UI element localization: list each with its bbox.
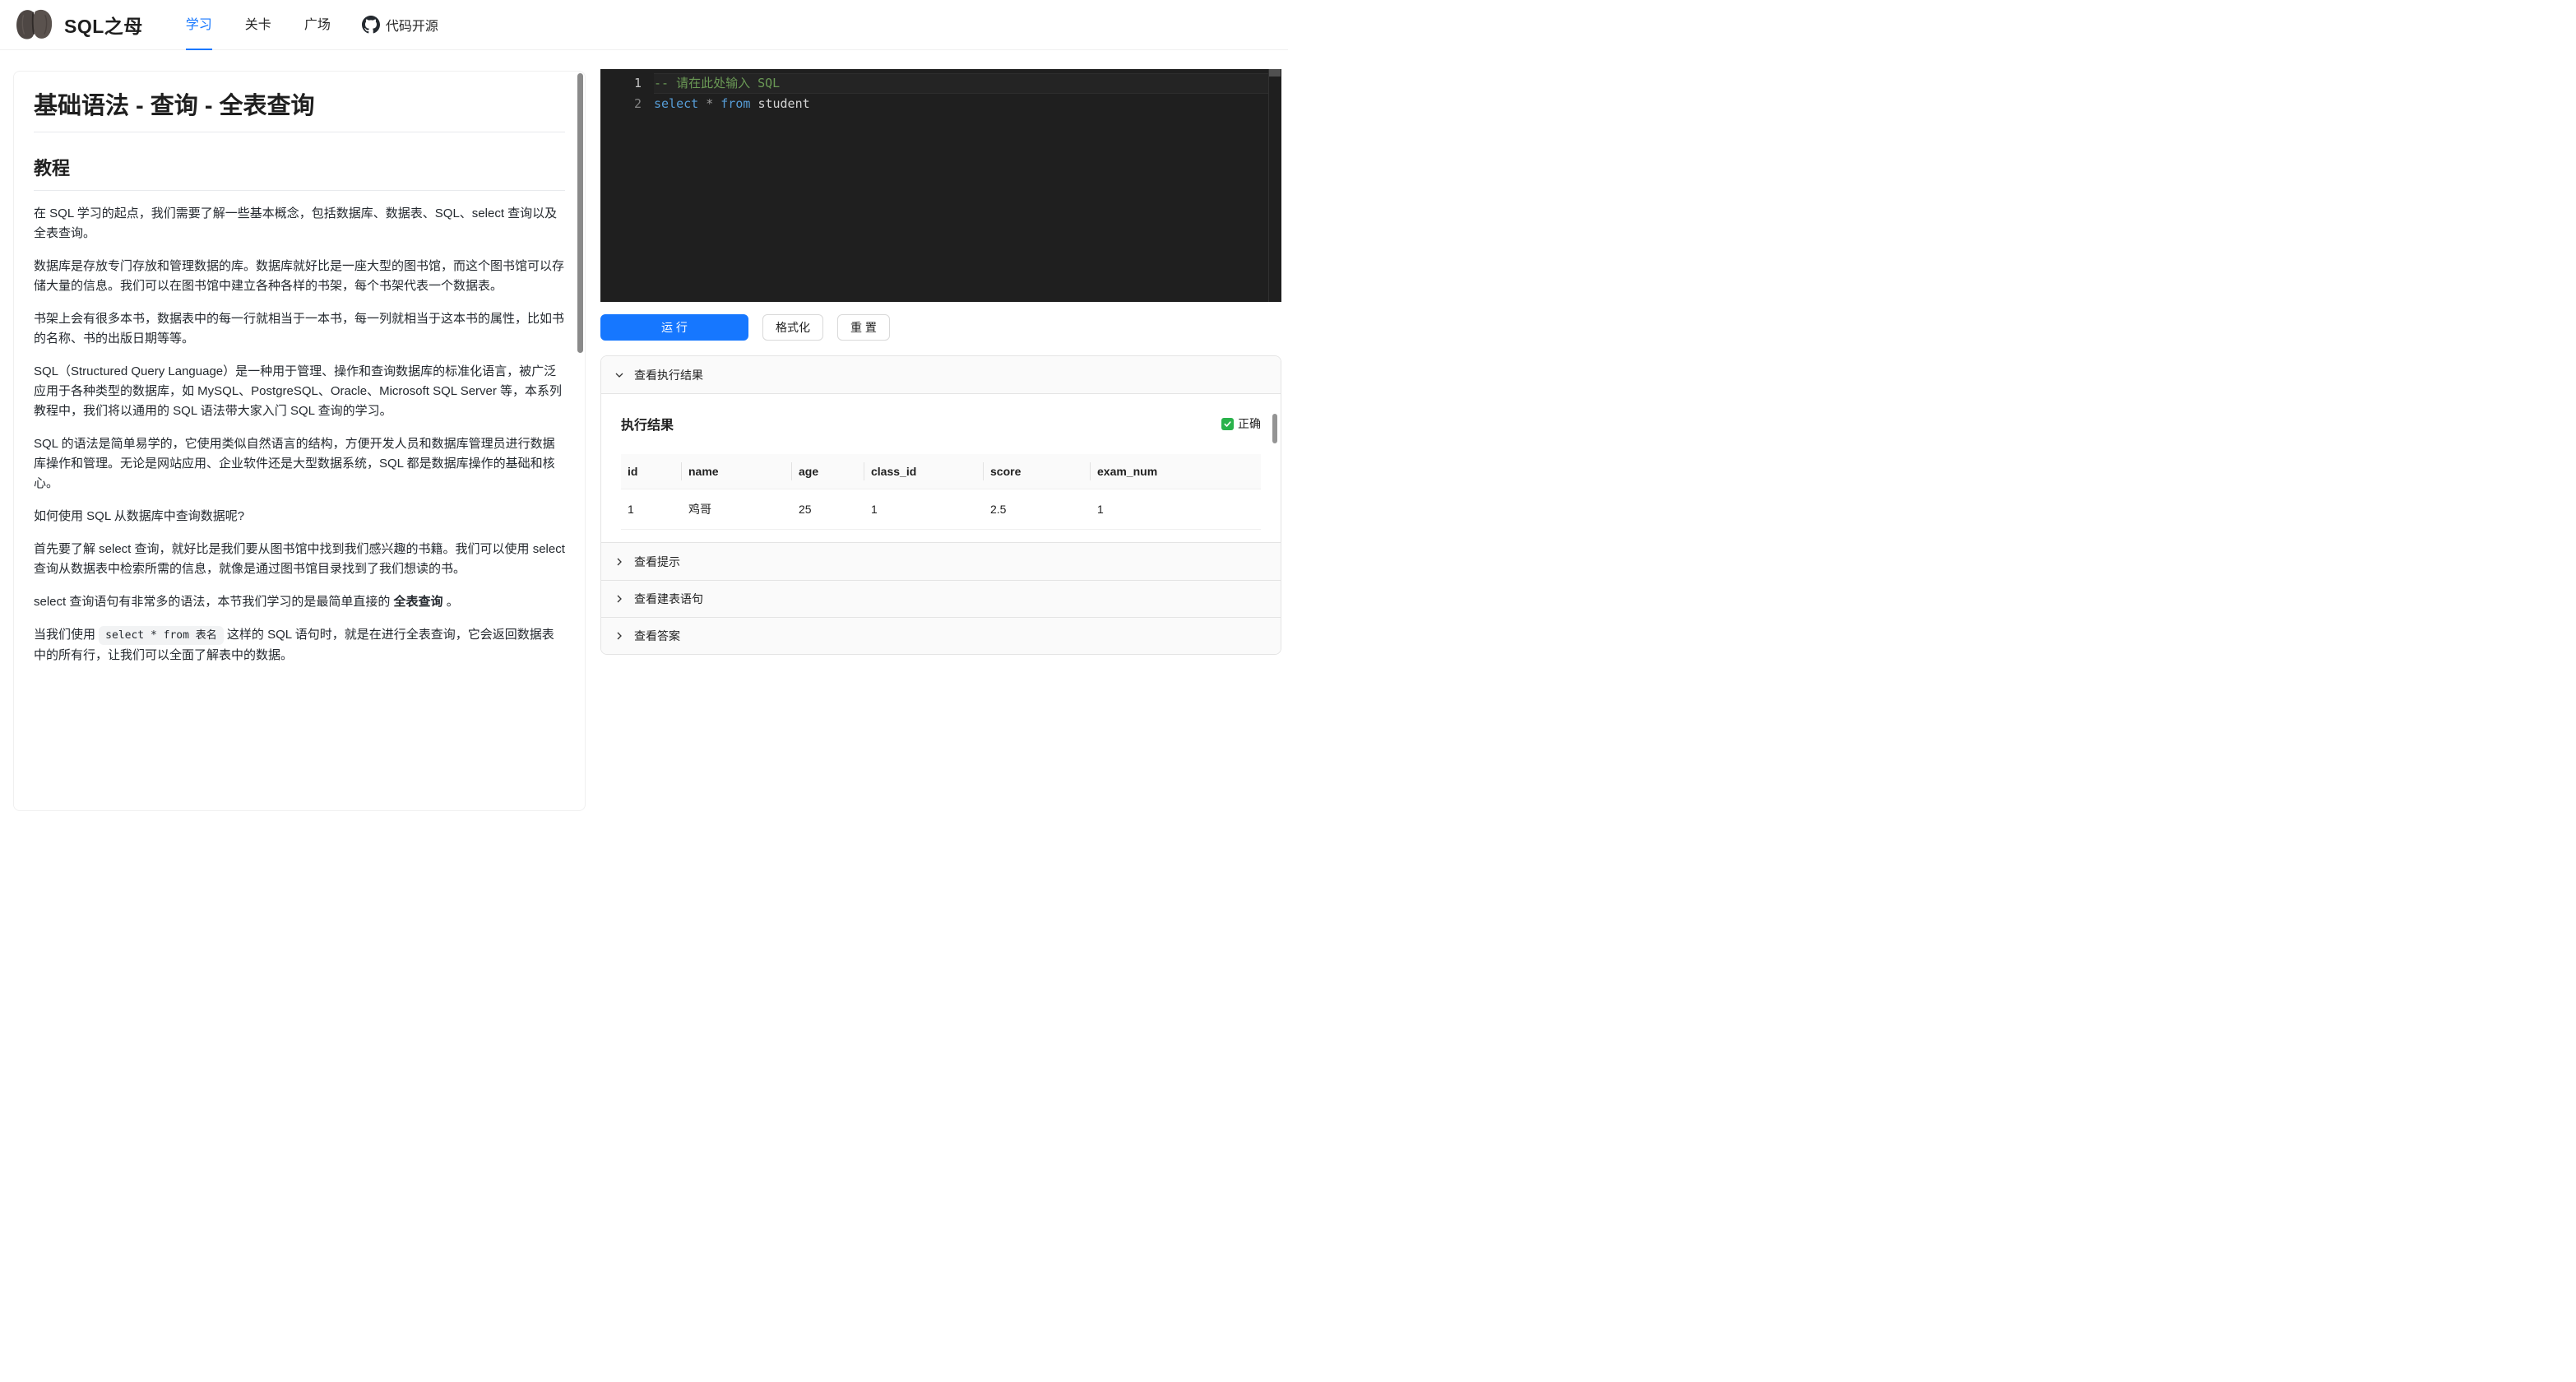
tutorial-panel: 基础语法 - 查询 - 全表查询 教程 在 SQL 学习的起点，我们需要了解一些…	[13, 71, 586, 811]
minimap-slider[interactable]	[1269, 69, 1281, 77]
bold-term: 全表查询	[394, 595, 443, 609]
table-cell: 1	[1091, 489, 1261, 530]
sql-comment: -- 请在此处输入 SQL	[654, 76, 780, 90]
workspace-panel: 1 -- 请在此处输入 SQL 2 select * from student …	[600, 69, 1281, 655]
tutorial-paragraph: 如何使用 SQL 从数据库中查询数据呢?	[34, 507, 565, 526]
result-table: id name age class_id score exam_num 1 鸡哥	[621, 454, 1261, 530]
panel-header-hint[interactable]: 查看提示	[601, 543, 1281, 580]
panel-header-execution-result[interactable]: 查看执行结果	[601, 356, 1281, 393]
github-link[interactable]: 代码开源	[362, 15, 438, 35]
main-nav: 学习 关卡 广场	[169, 0, 347, 50]
tutorial-paragraph: select 查询语句有非常多的语法，本节我们学习的是最简单直接的 全表查询 。	[34, 592, 565, 612]
result-title: 执行结果	[621, 414, 674, 434]
column-header: exam_num	[1091, 454, 1261, 489]
column-header: score	[984, 454, 1091, 489]
tutorial-paragraph: 当我们使用 select * from 表名 这样的 SQL 语句时，就是在进行…	[34, 625, 565, 665]
results-scrollbar-thumb[interactable]	[1272, 414, 1277, 443]
table-header-row: id name age class_id score exam_num	[621, 454, 1261, 489]
github-icon	[362, 16, 380, 34]
main-content: 基础语法 - 查询 - 全表查询 教程 在 SQL 学习的起点，我们需要了解一些…	[0, 50, 1288, 811]
tutorial-scrollbar-thumb[interactable]	[577, 73, 583, 353]
column-header: class_id	[864, 454, 984, 489]
tutorial-paragraph: 数据库是存放专门存放和管理数据的库。数据库就好比是一座大型的图书馆，而这个图书馆…	[34, 257, 565, 296]
chevron-down-icon	[614, 370, 624, 380]
sql-code-editor[interactable]: 1 -- 请在此处输入 SQL 2 select * from student	[600, 69, 1281, 302]
execution-result-body: 执行结果 正确 id	[601, 393, 1281, 543]
line-number: 2	[600, 94, 642, 114]
page-title: 基础语法 - 查询 - 全表查询	[34, 91, 565, 132]
table-cell: 25	[792, 489, 864, 530]
nav-item-levels[interactable]: 关卡	[229, 0, 288, 50]
chevron-right-icon	[614, 631, 624, 641]
table-row: 1 鸡哥 25 1 2.5 1	[621, 489, 1261, 530]
site-title[interactable]: SQL之母	[64, 11, 143, 39]
editor-toolbar: 运 行 格式化 重 置	[600, 314, 1281, 341]
tutorial-paragraph: SQL（Structured Query Language）是一种用于管理、操作…	[34, 362, 565, 421]
line-number: 1	[600, 73, 642, 94]
tutorial-paragraph: 在 SQL 学习的起点，我们需要了解一些基本概念，包括数据库、数据表、SQL、s…	[34, 204, 565, 243]
format-button[interactable]: 格式化	[762, 314, 823, 341]
editor-line: 1 -- 请在此处输入 SQL	[600, 73, 1281, 94]
tutorial-section-heading: 教程	[34, 154, 565, 191]
sql-keyword: from	[720, 96, 750, 111]
column-header: name	[682, 454, 792, 489]
nav-item-plaza[interactable]: 广场	[288, 0, 347, 50]
sql-keyword: select	[654, 96, 698, 111]
tutorial-paragraph: SQL 的语法是简单易学的，它使用类似自然语言的结构，方便开发人员和数据库管理员…	[34, 434, 565, 494]
chevron-right-icon	[614, 594, 624, 604]
inline-code: select * from 表名	[99, 626, 224, 645]
status-badge: 正确	[1221, 415, 1261, 432]
nav-item-learn[interactable]: 学习	[169, 0, 229, 50]
column-header: id	[621, 454, 682, 489]
results-collapse: 查看执行结果 执行结果 正确	[600, 355, 1281, 655]
status-text: 正确	[1238, 415, 1261, 432]
navbar: SQL之母 学习 关卡 广场 代码开源	[0, 0, 1288, 50]
table-cell: 1	[864, 489, 984, 530]
panel-header-create-table[interactable]: 查看建表语句	[601, 580, 1281, 617]
reset-button[interactable]: 重 置	[837, 314, 890, 341]
table-cell: 2.5	[984, 489, 1091, 530]
minimap-divider	[1268, 69, 1269, 302]
sql-operator: *	[706, 96, 713, 111]
column-header: age	[792, 454, 864, 489]
editor-line: 2 select * from student	[600, 94, 1281, 114]
run-button[interactable]: 运 行	[600, 314, 748, 341]
tutorial-paragraph: 首先要了解 select 查询，就好比是我们要从图书馆中找到我们感兴趣的书籍。我…	[34, 540, 565, 579]
panel-header-answer[interactable]: 查看答案	[601, 617, 1281, 654]
site-logo[interactable]	[13, 6, 58, 44]
chevron-right-icon	[614, 557, 624, 567]
table-cell: 鸡哥	[682, 489, 792, 530]
sql-identifier: student	[758, 96, 809, 111]
github-label: 代码开源	[386, 15, 438, 35]
tutorial-paragraph: 书架上会有很多本书，数据表中的每一行就相当于一本书，每一列就相当于这本书的属性，…	[34, 309, 565, 349]
check-icon	[1221, 418, 1234, 430]
table-cell: 1	[621, 489, 682, 530]
